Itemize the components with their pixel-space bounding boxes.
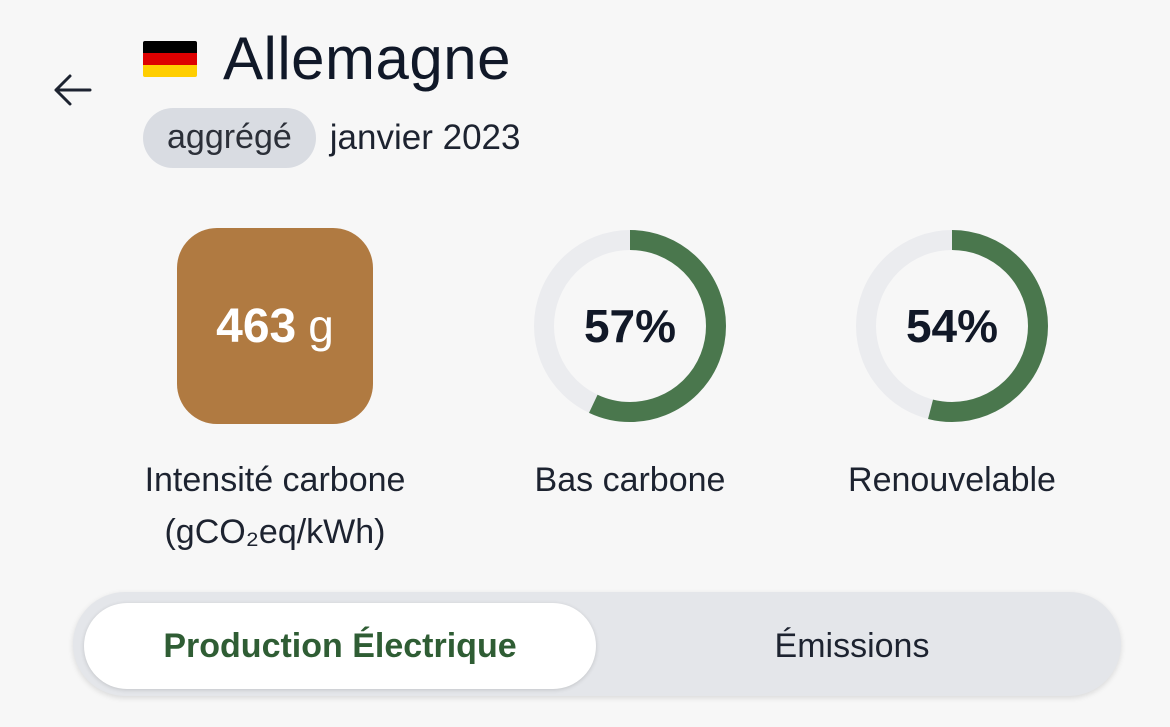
back-button[interactable]	[48, 68, 96, 116]
renewable-label: Renouvelable	[848, 461, 1056, 499]
renewable-metric: 54% Renouvelable	[792, 228, 1112, 506]
carbon-intensity-label: Intensité carbone (gCO₂eq/kWh)	[110, 454, 440, 558]
page-header: Allemagne aggrégé janvier 2023	[143, 22, 520, 168]
carbon-intensity-label-unit: (gCO₂eq/kWh)	[164, 513, 386, 551]
view-tabs: Production Électrique Émissions	[73, 592, 1121, 696]
germany-flag-icon	[143, 41, 197, 77]
carbon-intensity-metric: 463 g Intensité carbone (gCO₂eq/kWh)	[110, 228, 440, 558]
carbon-intensity-label-title: Intensité carbone	[144, 461, 406, 499]
aggregation-badge: aggrégé	[143, 108, 316, 168]
carbon-intensity-box: 463 g	[177, 228, 373, 424]
renewable-value: 54%	[905, 300, 999, 352]
low-carbon-label: Bas carbone	[534, 461, 726, 499]
low-carbon-metric: 57% Bas carbone	[470, 228, 790, 506]
carbon-intensity-value: 463	[216, 299, 297, 353]
renewable-ring: 54%	[854, 228, 1050, 424]
carbon-intensity-unit: g	[308, 300, 334, 352]
tab-emissions[interactable]: Émissions	[596, 603, 1108, 689]
page-title: Allemagne	[223, 24, 512, 92]
tab-production-electrique[interactable]: Production Électrique	[84, 603, 596, 689]
low-carbon-value: 57%	[583, 300, 677, 352]
flag-stripe-gold	[143, 65, 197, 77]
arrow-left-icon	[50, 68, 94, 117]
low-carbon-ring: 57%	[532, 228, 728, 424]
flag-stripe-black	[143, 41, 197, 53]
date-label: janvier 2023	[329, 118, 521, 157]
flag-stripe-red	[143, 53, 197, 65]
